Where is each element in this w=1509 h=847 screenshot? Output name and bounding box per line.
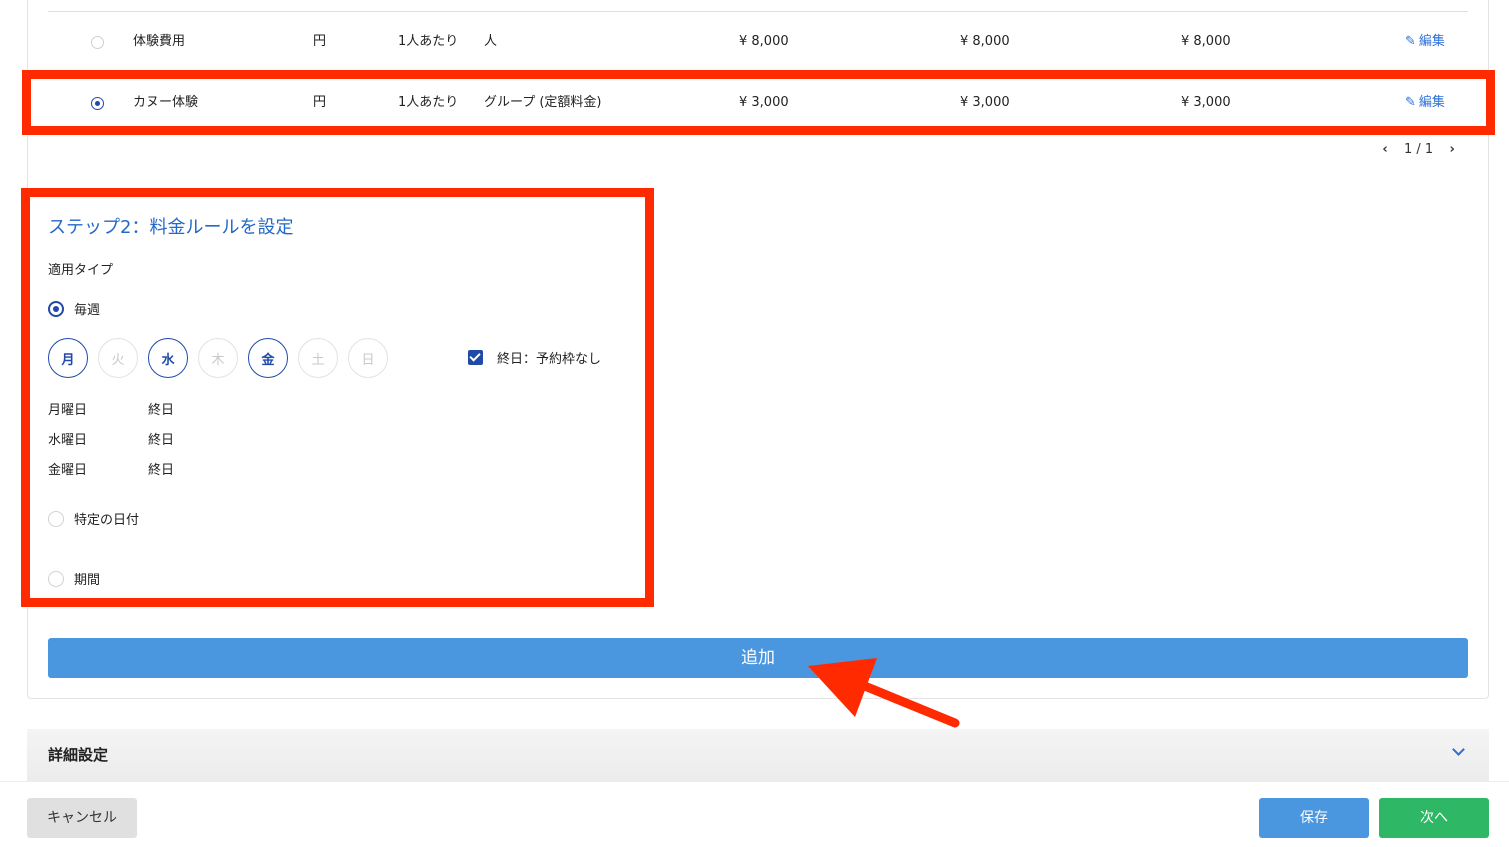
row-name: 体験費用 [133,34,186,49]
row-currency: 円 [313,95,327,110]
check-icon[interactable] [468,350,483,365]
step2-title: ステップ2：料金ルールを設定 [48,217,294,238]
row-price-1: ¥ 3,000 [739,95,789,110]
row-price-2: ¥ 3,000 [960,95,1010,110]
cancel-button[interactable]: キャンセル [27,798,137,838]
day-sun-button[interactable]: 日 [348,338,388,378]
row-unit: 1人あたり [398,95,459,110]
schedule-row: 金曜日 終日 [48,459,174,478]
day-thu-button[interactable]: 木 [198,338,238,378]
schedule-day: 月曜日 [48,403,88,418]
row-price-3: ¥ 8,000 [1181,34,1231,49]
detail-settings-header[interactable]: 詳細設定 [27,729,1489,781]
specific-date-radio[interactable] [48,510,64,527]
row-price-2: ¥ 8,000 [960,34,1010,49]
schedule-row: 水曜日 終日 [48,429,174,448]
table-row[interactable]: 体験費用 円 1人あたり 人 ¥ 8,000 ¥ 8,000 ¥ 8,000 ✎… [48,22,1468,62]
row-price-3: ¥ 3,000 [1181,95,1231,110]
row-select-radio[interactable] [91,97,104,110]
row-type: 人 [484,34,498,49]
edit-button[interactable]: ✎ 編集 [1405,22,1445,62]
row-price-1: ¥ 8,000 [739,34,789,49]
chevron-down-icon[interactable] [1452,743,1465,756]
weekly-radio[interactable] [48,300,64,317]
pencil-icon: ✎ [1405,95,1416,110]
period-option[interactable]: 期間 [48,569,100,588]
edit-label: 編集 [1418,34,1445,49]
pagination: ‹ 1 / 1 › [1378,142,1459,157]
chevron-left-icon[interactable]: ‹ [1378,142,1392,157]
day-sat-button[interactable]: 土 [298,338,338,378]
day-tue-button[interactable]: 火 [98,338,138,378]
next-button[interactable]: 次へ [1379,798,1489,838]
row-currency: 円 [313,34,327,49]
row-type: グループ (定額料金) [484,95,602,110]
row-unit: 1人あたり [398,34,459,49]
weekly-label: 毎週 [74,303,101,318]
schedule-time: 終日 [148,403,175,418]
apply-type-label: 適用タイプ [48,263,114,278]
period-radio[interactable] [48,570,64,587]
weekly-option[interactable]: 毎週 [48,299,100,318]
footer-bar: キャンセル 保存 次へ [0,781,1509,847]
save-button[interactable]: 保存 [1259,798,1369,838]
day-mon-button[interactable]: 月 [48,338,88,378]
weekday-selector: 月 火 水 木 金 土 日 [48,338,398,378]
pencil-icon: ✎ [1405,34,1416,49]
schedule-day: 金曜日 [48,463,88,478]
row-select-radio[interactable] [91,36,104,49]
add-button[interactable]: 追加 [48,638,1468,678]
edit-label: 編集 [1418,95,1445,110]
edit-button[interactable]: ✎ 編集 [1405,83,1445,123]
divider [48,11,1468,12]
allday-label: 終日：予約枠なし [497,352,602,367]
schedule-day: 水曜日 [48,433,88,448]
schedule-time: 終日 [148,433,175,448]
row-name: カヌー体験 [133,95,199,110]
schedule-row: 月曜日 終日 [48,399,174,418]
page-indicator: 1 / 1 [1404,142,1434,157]
day-wed-button[interactable]: 水 [148,338,188,378]
period-label: 期間 [74,573,101,588]
day-fri-button[interactable]: 金 [248,338,288,378]
table-row[interactable]: カヌー体験 円 1人あたり グループ (定額料金) ¥ 3,000 ¥ 3,00… [48,83,1468,123]
detail-settings-title: 詳細設定 [48,746,109,764]
chevron-right-icon[interactable]: › [1445,142,1459,157]
allday-checkbox-row[interactable]: 終日：予約枠なし [468,348,601,367]
specific-date-option[interactable]: 特定の日付 [48,509,139,528]
specific-date-label: 特定の日付 [74,513,140,528]
schedule-time: 終日 [148,463,175,478]
